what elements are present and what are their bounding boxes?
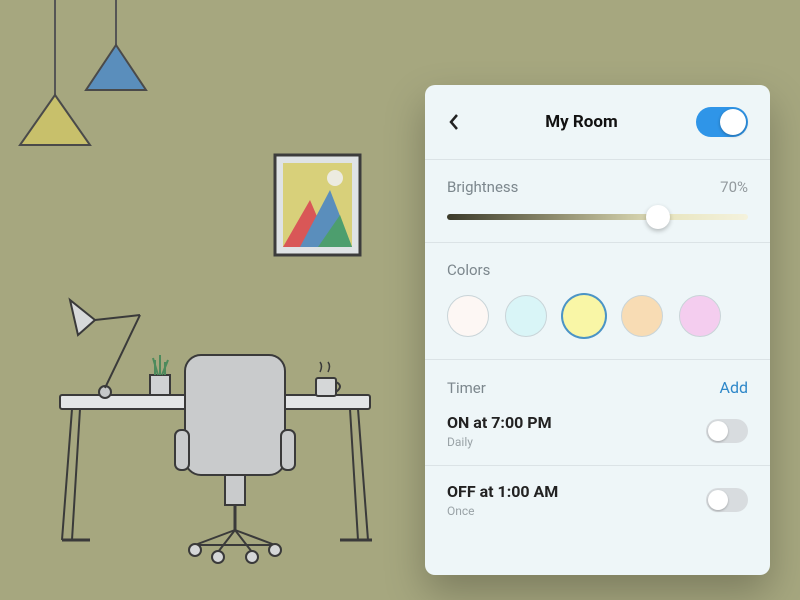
color-swatch-yellow[interactable] xyxy=(563,295,605,337)
page-title: My Room xyxy=(545,112,617,132)
timer-title: OFF at 1:00 AM xyxy=(447,482,558,501)
room-power-toggle[interactable] xyxy=(696,107,748,137)
add-timer-button[interactable]: Add xyxy=(720,378,748,397)
timer-toggle[interactable] xyxy=(706,488,748,512)
chevron-left-icon xyxy=(447,113,461,131)
timer-toggle[interactable] xyxy=(706,419,748,443)
color-swatch-row xyxy=(447,295,748,337)
timer-subtitle: Daily xyxy=(447,435,552,449)
brightness-value: 70% xyxy=(720,178,748,196)
panel-header: My Room xyxy=(447,85,748,159)
brightness-slider[interactable] xyxy=(447,214,748,220)
brightness-section: Brightness 70% xyxy=(447,160,748,242)
light-control-panel: My Room Brightness 70% Colors Timer Add … xyxy=(425,85,770,575)
color-swatch-white[interactable] xyxy=(447,295,489,337)
colors-section: Colors xyxy=(447,243,748,359)
timer-list: ON at 7:00 PM Daily OFF at 1:00 AM Once xyxy=(447,397,748,534)
timer-title: ON at 7:00 PM xyxy=(447,413,552,432)
brightness-slider-thumb[interactable] xyxy=(646,205,670,229)
timer-label: Timer xyxy=(447,379,486,397)
color-swatch-orange[interactable] xyxy=(621,295,663,337)
timer-row: ON at 7:00 PM Daily xyxy=(447,397,748,465)
color-swatch-pink[interactable] xyxy=(679,295,721,337)
brightness-label: Brightness xyxy=(447,178,518,196)
colors-label: Colors xyxy=(447,261,490,279)
timer-row: OFF at 1:00 AM Once xyxy=(447,466,748,534)
timer-section: Timer Add ON at 7:00 PM Daily OFF at 1:00 … xyxy=(447,360,748,534)
timer-subtitle: Once xyxy=(447,504,558,518)
back-button[interactable] xyxy=(447,112,467,132)
color-swatch-cyan[interactable] xyxy=(505,295,547,337)
